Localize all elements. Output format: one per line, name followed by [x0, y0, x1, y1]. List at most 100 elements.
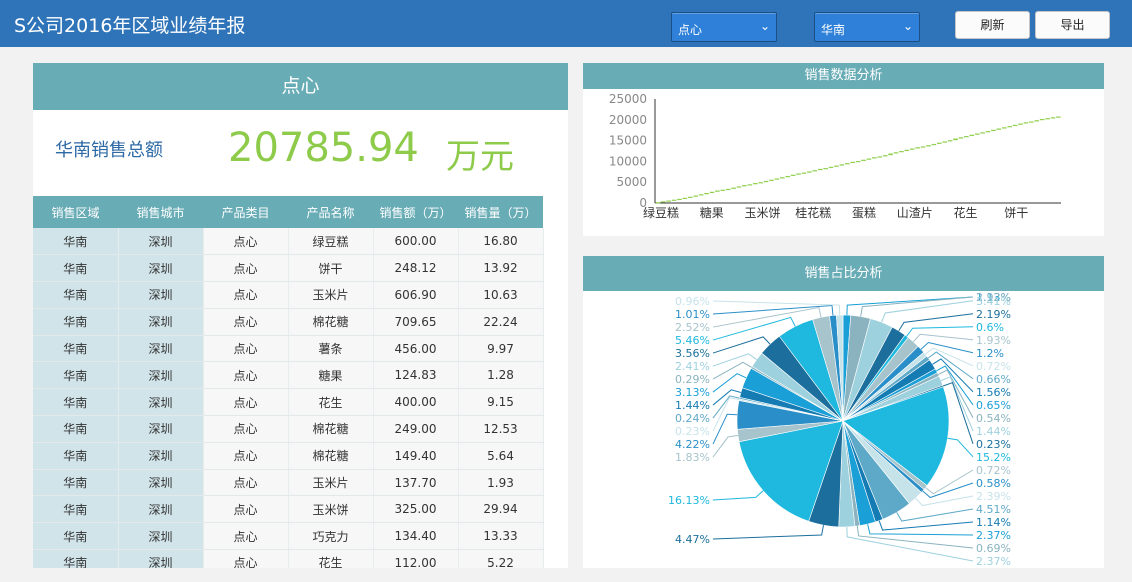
table-cell: 10.63	[458, 281, 544, 309]
pie-leader-line	[898, 313, 974, 332]
table-cell: 玉米饼	[288, 495, 374, 524]
table-cell: 深圳	[118, 335, 204, 363]
x-tick-label: 饼干	[1004, 206, 1028, 220]
pie-slice-label: 0.23%	[976, 438, 1011, 451]
pie-leader-line	[896, 508, 974, 522]
table-cell: 249.00	[373, 415, 459, 443]
pie-leader-line	[913, 333, 974, 343]
waterfall-bar	[974, 133, 980, 135]
x-tick-label: 花生	[953, 205, 977, 220]
waterfall-bar	[715, 190, 720, 192]
category-header: 点心	[33, 63, 568, 110]
table-cell: 华南	[33, 308, 119, 336]
table-row[interactable]: 华南 深圳 点心 棉花糖 249.00 12.53	[33, 415, 544, 443]
table-cell: 13.92	[458, 254, 544, 283]
pie-slice-label: 3.56%	[675, 347, 710, 360]
table-cell: 606.90	[373, 281, 459, 309]
category-select[interactable]: 点心 ⌄	[671, 12, 777, 42]
pie-slice-label: 1.44%	[675, 399, 710, 412]
waterfall-bar	[677, 198, 682, 201]
table-cell: 华南	[33, 254, 119, 283]
column-header[interactable]: 产品名称	[288, 196, 373, 228]
region-select[interactable]: 华南 ⌄	[814, 12, 920, 42]
waterfall-bar	[991, 129, 996, 132]
pie-slice-label: 0.24%	[675, 412, 710, 425]
table-cell: 325.00	[373, 495, 459, 524]
waterfall-bar	[709, 191, 715, 194]
waterfall-bar	[861, 159, 866, 161]
waterfall-bar	[671, 199, 677, 201]
table-cell: 深圳	[118, 281, 204, 309]
table-cell: 糖果	[288, 361, 374, 390]
table-row[interactable]: 华南 深圳 点心 绿豆糕 600.00 16.80	[33, 228, 544, 256]
table-cell: 华南	[33, 335, 119, 363]
waterfall-bar	[1034, 120, 1040, 122]
waterfall-bar	[823, 168, 828, 170]
waterfall-bar	[834, 165, 839, 167]
waterfall-bar	[899, 151, 904, 153]
waterfall-bar	[817, 168, 823, 171]
pie-slice-label: 2.19%	[976, 308, 1011, 321]
table-cell: 600.00	[373, 228, 459, 256]
pie-slice-label: 1.44%	[976, 425, 1011, 438]
table-row[interactable]: 华南 深圳 点心 棉花糖 709.65 22.24	[33, 308, 544, 336]
table-cell: 花生	[288, 388, 374, 417]
waterfall-bar	[780, 177, 785, 179]
column-header[interactable]: 销售额（万）	[373, 196, 458, 228]
table-cell: 点心	[203, 495, 289, 524]
table-row[interactable]: 华南 深圳 点心 玉米片 606.90 10.63	[33, 281, 544, 309]
table-cell: 709.65	[373, 308, 459, 336]
y-tick-label: 5000	[616, 175, 647, 189]
table-cell: 点心	[203, 254, 289, 283]
column-header[interactable]: 销售量（万）	[458, 196, 543, 228]
column-header[interactable]: 产品类目	[203, 196, 288, 228]
table-cell: 玉米片	[288, 281, 374, 309]
table-cell: 深圳	[118, 522, 204, 551]
table-row[interactable]: 华南 深圳 点心 玉米片 137.70 1.93	[33, 469, 544, 497]
pie-leader-line	[915, 495, 974, 507]
table-cell: 456.00	[373, 335, 459, 363]
column-header[interactable]: 销售区域	[33, 196, 118, 228]
waterfall-bar	[866, 158, 872, 160]
table-cell: 点心	[203, 361, 289, 390]
table-cell: 玉米片	[288, 469, 374, 497]
table-cell: 深圳	[118, 308, 204, 336]
table-cell: 1.28	[458, 361, 544, 390]
table-cell: 248.12	[373, 254, 459, 283]
pie-slice-label: 5.46%	[675, 334, 710, 347]
pie-leader-line	[712, 435, 739, 458]
pie-leader-line	[856, 525, 974, 549]
pie-slice-label: 0.72%	[976, 464, 1011, 477]
pie-slice-label: 2.41%	[675, 360, 710, 373]
table-row[interactable]: 华南 深圳 点心 巧克力 134.40 13.33	[33, 522, 544, 551]
waterfall-bar	[893, 152, 899, 154]
pie-slice-label: 4.22%	[675, 438, 710, 451]
x-tick-label: 桂花糕	[795, 205, 831, 220]
pie-leader-line	[878, 520, 974, 531]
table-cell: 深圳	[118, 469, 204, 497]
table-cell: 薯条	[288, 335, 374, 363]
table-row[interactable]: 华南 深圳 点心 糖果 124.83 1.28	[33, 361, 544, 390]
table-row[interactable]: 华南 深圳 点心 花生 400.00 9.15	[33, 388, 544, 417]
table-cell: 华南	[33, 281, 119, 309]
column-header[interactable]: 销售城市	[118, 196, 203, 228]
table-row[interactable]: 华南 深圳 点心 玉米饼 325.00 29.94	[33, 495, 544, 524]
pie-slice-label: 1.56%	[976, 386, 1011, 399]
table-row[interactable]: 华南 深圳 点心 棉花糖 149.40 5.64	[33, 442, 544, 470]
refresh-button[interactable]: 刷新	[955, 11, 1030, 39]
table-row[interactable]: 华南 深圳 点心 饼干 248.12 13.92	[33, 254, 544, 283]
waterfall-bar	[844, 163, 850, 165]
table-cell: 深圳	[118, 228, 204, 256]
pie-leader-line	[712, 525, 824, 540]
table-cell: 饼干	[288, 254, 374, 283]
table-row[interactable]: 华南 深圳 点心 花生 112.00 5.22	[33, 549, 544, 568]
table-cell: 深圳	[118, 388, 204, 417]
table-cell: 华南	[33, 388, 119, 417]
total-value: 20785.94	[228, 125, 419, 171]
table-cell: 深圳	[118, 361, 204, 390]
pie-leader-line	[906, 326, 974, 337]
waterfall-bar	[888, 153, 893, 156]
pie-slice-label: 1.93%	[976, 334, 1011, 347]
table-row[interactable]: 华南 深圳 点心 薯条 456.00 9.97	[33, 335, 544, 363]
export-button[interactable]: 导出	[1035, 11, 1110, 39]
